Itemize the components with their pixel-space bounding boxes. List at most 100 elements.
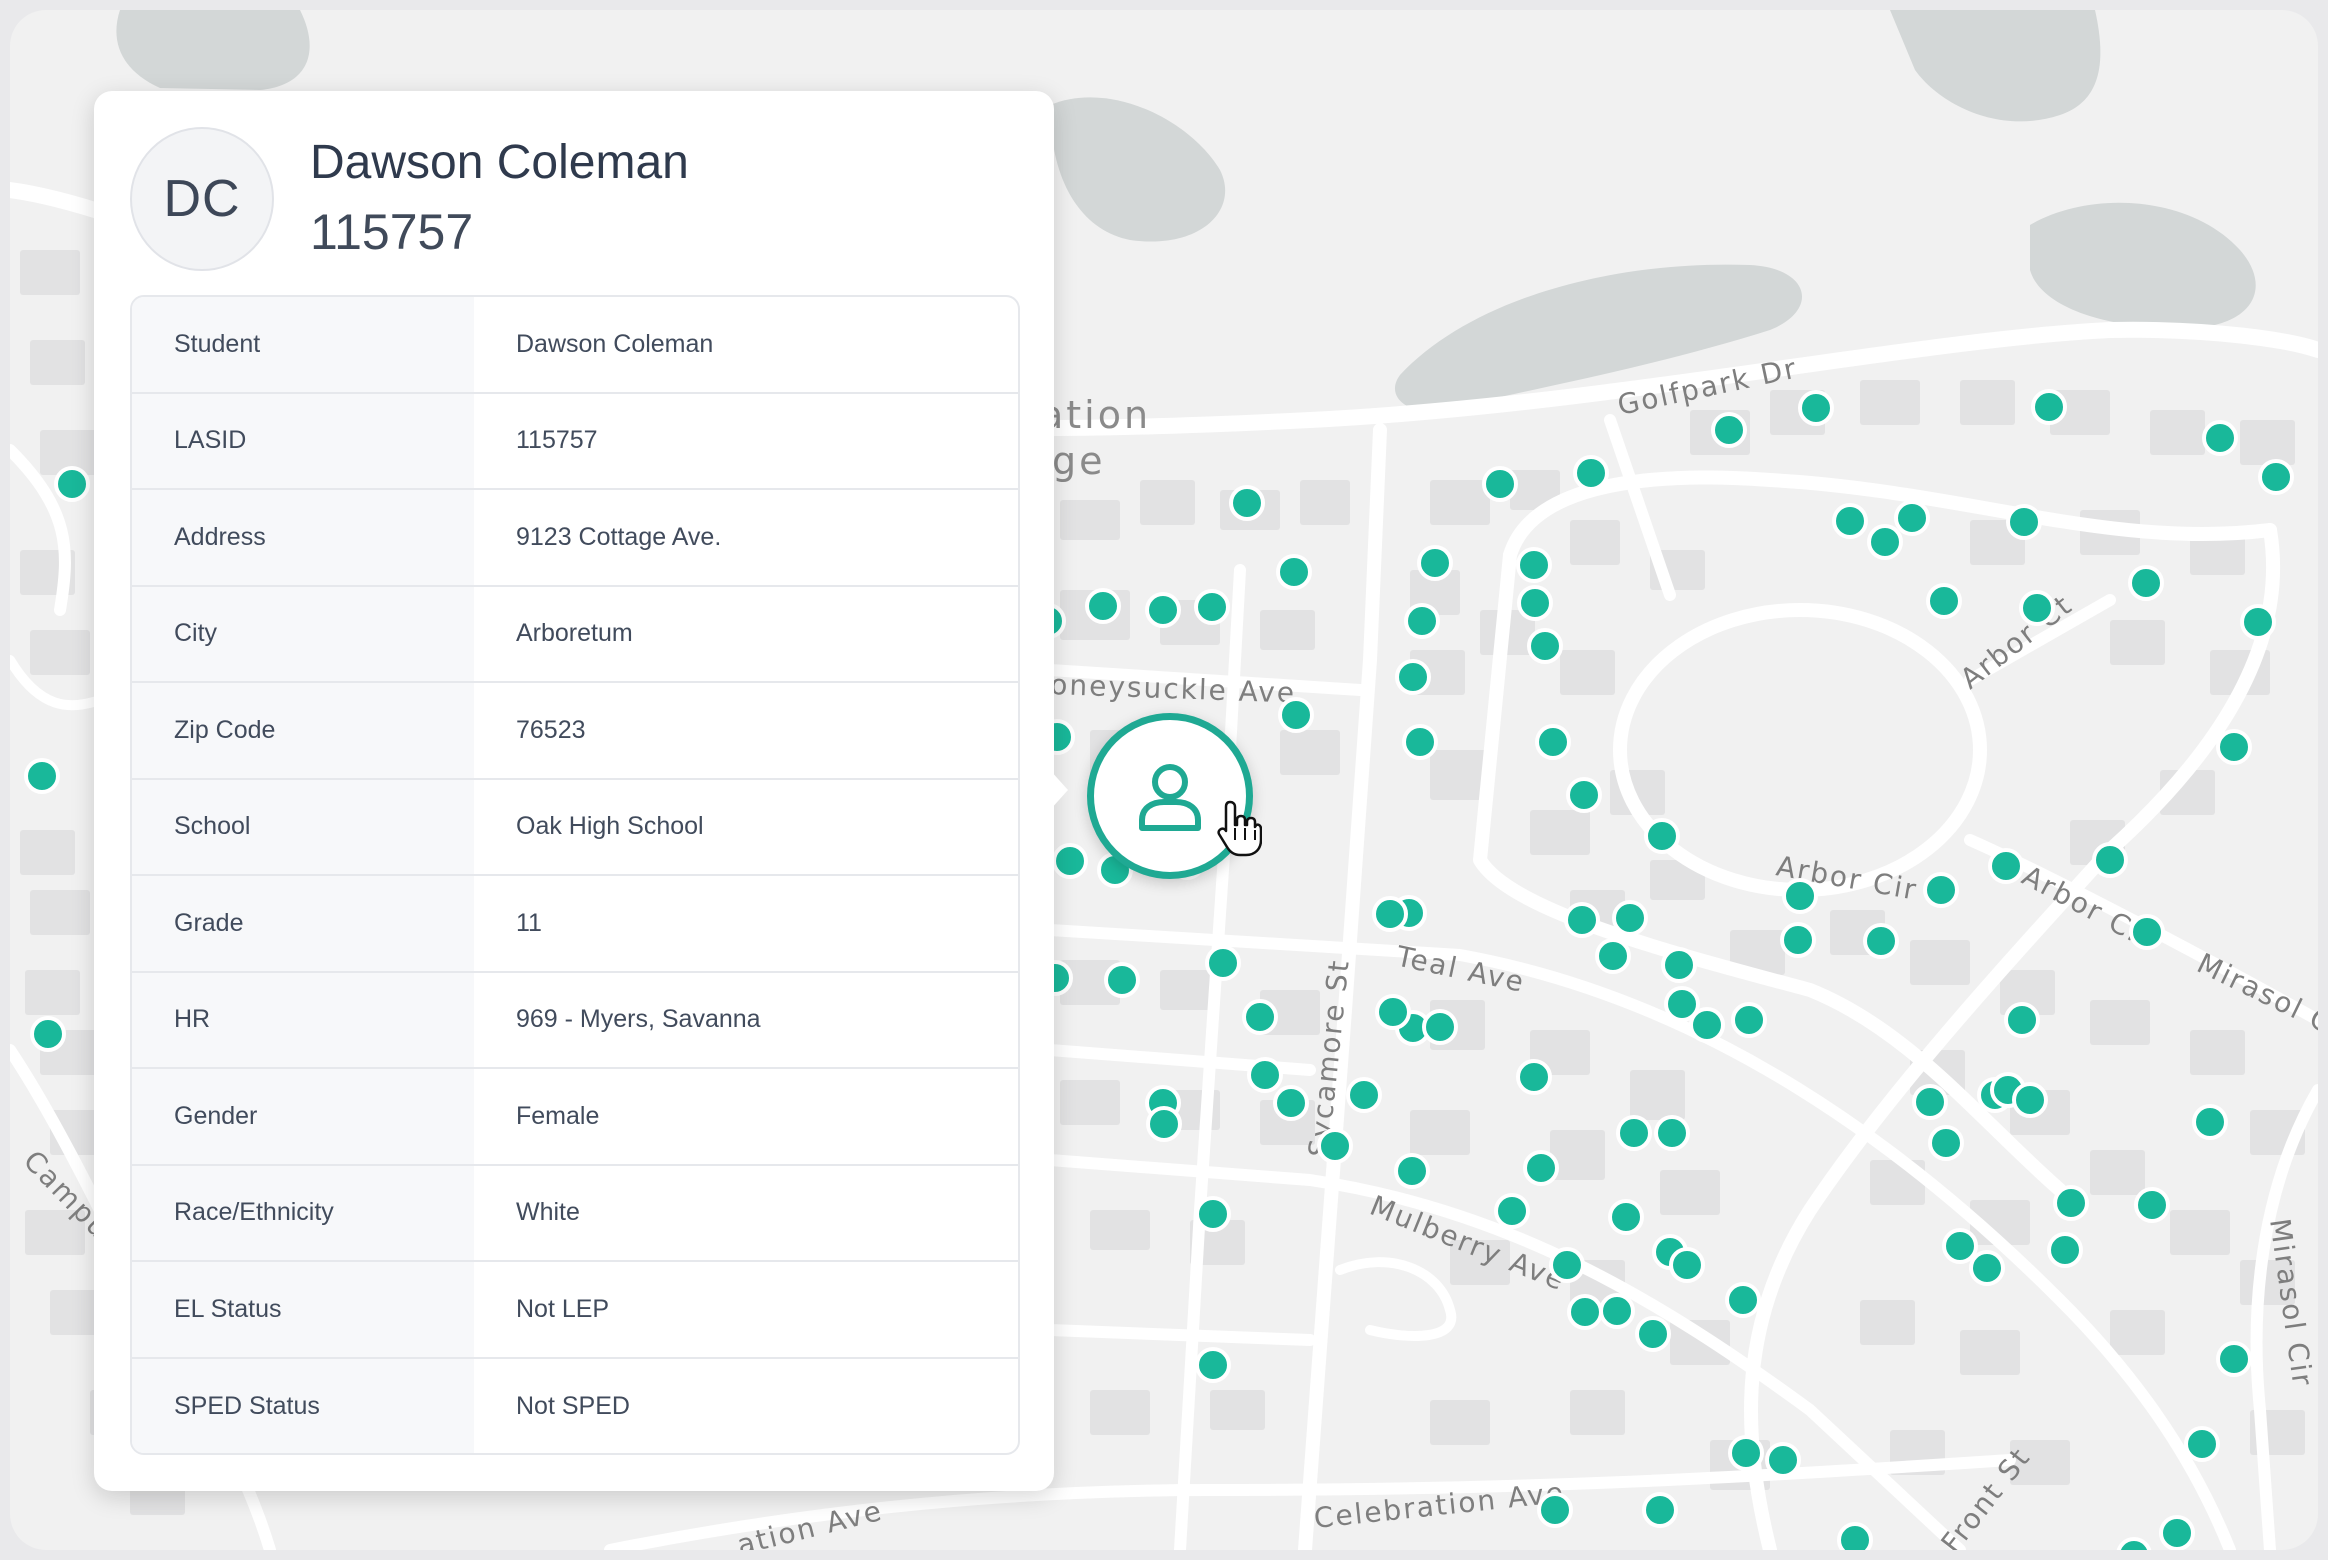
student-location-pin[interactable] bbox=[2031, 389, 2067, 425]
student-location-pin[interactable] bbox=[1837, 1522, 1873, 1550]
student-location-pin[interactable] bbox=[1612, 900, 1648, 936]
student-location-pin[interactable] bbox=[1765, 1442, 1801, 1478]
student-location-pin[interactable] bbox=[2129, 914, 2165, 950]
student-location-pin[interactable] bbox=[1104, 962, 1140, 998]
student-location-pin[interactable] bbox=[1375, 994, 1411, 1030]
student-location-pin[interactable] bbox=[1273, 1085, 1309, 1121]
student-location-pin[interactable] bbox=[1195, 1196, 1231, 1232]
student-location-pin[interactable] bbox=[2006, 504, 2042, 540]
student-location-pin[interactable] bbox=[2258, 459, 2294, 495]
detail-label: Address bbox=[132, 490, 474, 585]
student-location-pin[interactable] bbox=[1523, 1150, 1559, 1186]
student-location-pin[interactable] bbox=[1798, 390, 1834, 426]
student-location-pin[interactable] bbox=[1595, 938, 1631, 974]
student-location-pin[interactable] bbox=[1242, 999, 1278, 1035]
detail-row: City Arboretum bbox=[132, 586, 1018, 683]
student-location-pin[interactable] bbox=[2216, 729, 2252, 765]
student-location-pin[interactable] bbox=[1278, 697, 1314, 733]
student-location-pin[interactable] bbox=[2240, 604, 2276, 640]
student-location-pin[interactable] bbox=[1516, 547, 1552, 583]
student-location-pin[interactable] bbox=[2202, 420, 2238, 456]
student-location-pin[interactable] bbox=[1725, 1282, 1761, 1318]
student-location-pin[interactable] bbox=[2159, 1515, 2195, 1550]
student-location-pin[interactable] bbox=[1247, 1057, 1283, 1093]
student-location-pin[interactable] bbox=[1832, 503, 1868, 539]
student-location-pin[interactable] bbox=[2116, 1537, 2152, 1550]
student-location-pin[interactable] bbox=[1417, 545, 1453, 581]
student-location-pin[interactable] bbox=[1635, 1316, 1671, 1352]
student-location-pin[interactable] bbox=[1395, 659, 1431, 695]
student-location-pin[interactable] bbox=[1567, 1294, 1603, 1330]
student-location-pin[interactable] bbox=[1599, 1293, 1635, 1329]
student-location-pin[interactable] bbox=[1145, 592, 1181, 628]
student-location-pin[interactable] bbox=[1988, 848, 2024, 884]
card-pointer bbox=[1050, 770, 1068, 810]
student-location-pin[interactable] bbox=[2012, 1082, 2048, 1118]
student-location-pin[interactable] bbox=[1863, 923, 1899, 959]
student-location-pin[interactable] bbox=[1085, 588, 1121, 624]
student-location-pin[interactable] bbox=[1346, 1077, 1382, 1113]
student-location-pin[interactable] bbox=[1608, 1199, 1644, 1235]
student-id-heading: 115757 bbox=[310, 204, 474, 260]
student-location-pin[interactable] bbox=[1689, 1007, 1725, 1043]
student-location-pin[interactable] bbox=[1146, 1106, 1182, 1142]
student-location-pin[interactable] bbox=[1372, 896, 1408, 932]
student-location-pin[interactable] bbox=[1422, 1009, 1458, 1045]
student-location-pin[interactable] bbox=[1229, 485, 1265, 521]
student-location-pin[interactable] bbox=[1516, 1059, 1552, 1095]
building bbox=[1060, 500, 1120, 540]
student-location-pin[interactable] bbox=[2047, 1232, 2083, 1268]
student-location-pin[interactable] bbox=[2184, 1426, 2220, 1462]
student-location-pin[interactable] bbox=[1616, 1115, 1652, 1151]
student-location-pin[interactable] bbox=[1566, 777, 1602, 813]
student-location-pin[interactable] bbox=[1482, 466, 1518, 502]
student-location-pin[interactable] bbox=[1644, 818, 1680, 854]
student-location-pin[interactable] bbox=[1912, 1084, 1948, 1120]
student-location-pin[interactable] bbox=[30, 1016, 66, 1052]
student-location-pin[interactable] bbox=[2053, 1185, 2089, 1221]
student-location-pin[interactable] bbox=[1535, 724, 1571, 760]
student-location-pin[interactable] bbox=[2192, 1104, 2228, 1140]
student-location-pin[interactable] bbox=[1564, 902, 1600, 938]
student-location-pin[interactable] bbox=[2019, 590, 2055, 626]
student-location-pin[interactable] bbox=[1942, 1228, 1978, 1264]
student-location-pin[interactable] bbox=[1780, 922, 1816, 958]
student-location-pin[interactable] bbox=[2128, 565, 2164, 601]
student-location-pin[interactable] bbox=[1276, 554, 1312, 590]
student-location-pin[interactable] bbox=[1494, 1193, 1530, 1229]
student-location-pin[interactable] bbox=[1052, 843, 1088, 879]
student-location-pin[interactable] bbox=[1317, 1128, 1353, 1164]
student-location-pin[interactable] bbox=[1195, 1347, 1231, 1383]
student-location-pin[interactable] bbox=[1404, 603, 1440, 639]
student-location-pin[interactable] bbox=[1711, 412, 1747, 448]
student-location-pin[interactable] bbox=[1669, 1247, 1705, 1283]
student-location-pin[interactable] bbox=[2092, 842, 2128, 878]
student-location-pin[interactable] bbox=[54, 466, 90, 502]
student-location-pin[interactable] bbox=[2004, 1002, 2040, 1038]
student-location-pin[interactable] bbox=[1969, 1250, 2005, 1286]
student-location-pin[interactable] bbox=[2134, 1187, 2170, 1223]
student-location-pin[interactable] bbox=[1517, 585, 1553, 621]
student-location-pin[interactable] bbox=[1402, 724, 1438, 760]
detail-value: White bbox=[516, 1198, 580, 1227]
student-location-pin[interactable] bbox=[1728, 1435, 1764, 1471]
student-location-pin[interactable] bbox=[1926, 583, 1962, 619]
student-location-pin[interactable] bbox=[1894, 500, 1930, 536]
student-location-pin[interactable] bbox=[1867, 524, 1903, 560]
student-location-pin[interactable] bbox=[1923, 872, 1959, 908]
student-location-pin[interactable] bbox=[1527, 628, 1563, 664]
student-location-pin[interactable] bbox=[1731, 1002, 1767, 1038]
student-location-pin[interactable] bbox=[1928, 1125, 1964, 1161]
student-location-pin[interactable] bbox=[1549, 1247, 1585, 1283]
student-location-pin[interactable] bbox=[1194, 589, 1230, 625]
student-location-pin[interactable] bbox=[1654, 1115, 1690, 1151]
student-location-pin[interactable] bbox=[1573, 455, 1609, 491]
student-location-pin[interactable] bbox=[1661, 947, 1697, 983]
student-location-pin[interactable] bbox=[1537, 1492, 1573, 1528]
student-location-pin[interactable] bbox=[1394, 1153, 1430, 1189]
student-location-pin[interactable] bbox=[2216, 1341, 2252, 1377]
student-location-pin[interactable] bbox=[1642, 1492, 1678, 1528]
student-location-pin[interactable] bbox=[24, 758, 60, 794]
student-location-pin[interactable] bbox=[1205, 945, 1241, 981]
student-location-pin[interactable] bbox=[1782, 878, 1818, 914]
